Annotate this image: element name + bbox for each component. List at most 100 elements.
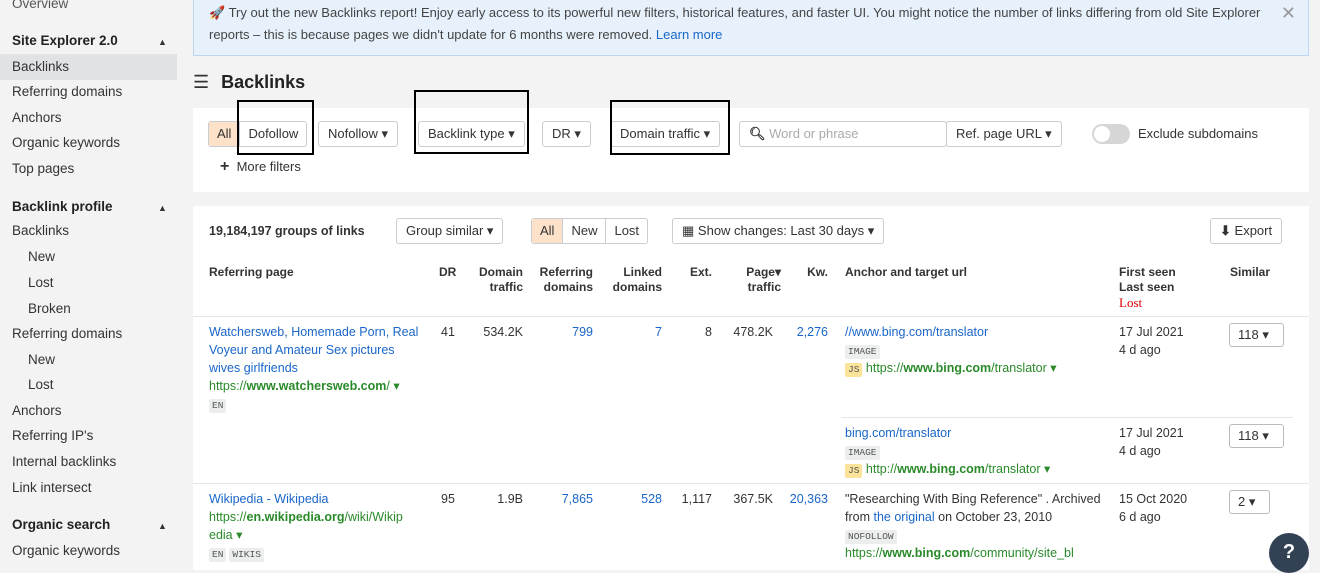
tab-all[interactable]: All xyxy=(532,219,564,243)
cell-anchor-2: bing.com/translator IMAGE JS http://www.… xyxy=(845,424,1105,478)
more-filters-button[interactable]: + More filters xyxy=(220,158,301,176)
ref-domains-link[interactable]: 7,865 xyxy=(562,492,593,506)
url-domain: en.wikipedia.org xyxy=(246,510,345,524)
target-url-link[interactable]: https://www.bing.com/community/site_bl xyxy=(845,546,1074,560)
sidebar-item-anchors[interactable]: Anchors xyxy=(12,110,62,125)
similar-dropdown[interactable]: 2 ▾ xyxy=(1229,490,1270,514)
chevron-down-icon: ▾ xyxy=(381,126,389,141)
cell-kw[interactable]: 20,363 xyxy=(782,490,828,508)
col-first-last-seen[interactable]: First seen Last seen Lost xyxy=(1119,265,1176,311)
sidebar-item-bp-anchors[interactable]: Anchors xyxy=(12,403,62,418)
search-input[interactable]: 🔍︎ Word or phrase xyxy=(739,121,947,147)
cell-ref-domains[interactable]: 7,865 xyxy=(531,490,593,508)
sidebar-item-link-intersect[interactable]: Link intersect xyxy=(12,480,92,495)
cell-page-traffic: 478.2K xyxy=(733,325,773,339)
filter-ref-page-url[interactable]: Ref. page URL ▾ xyxy=(946,121,1062,147)
sidebar-item-bp-referring-domains[interactable]: Referring domains xyxy=(12,326,122,341)
col-domain-traffic[interactable]: Domain traffic xyxy=(469,265,523,295)
anchor-link[interactable]: //www.bing.com/translator xyxy=(845,325,988,339)
tab-new[interactable]: New xyxy=(563,219,607,243)
target-domain: www.bing.com xyxy=(903,361,992,375)
sidebar-item-rd-new[interactable]: New xyxy=(28,352,55,367)
sidebar-item-organic-keywords[interactable]: Organic keywords xyxy=(12,135,120,150)
export-button[interactable]: ⬇ Export xyxy=(1210,218,1283,244)
referring-page-url[interactable]: https://en.wikipedia.org/wiki/Wikip edia … xyxy=(209,510,403,542)
target-url-link[interactable]: http://www.bing.com/translator ▾ xyxy=(866,462,1050,476)
sidebar-item-os-organic-keywords[interactable]: Organic keywords xyxy=(12,543,120,558)
exclude-subdomains-toggle[interactable] xyxy=(1092,124,1130,144)
cell-kw[interactable]: 2,276 xyxy=(782,323,828,341)
sidebar-section-organic-search[interactable]: Organic search xyxy=(12,517,110,532)
url-prefix: https:// xyxy=(209,379,247,393)
show-changes-label: Show changes: Last 30 days xyxy=(697,223,865,238)
menu-icon[interactable]: ☰ xyxy=(193,72,209,93)
col-referring-domains[interactable]: Referring domains xyxy=(531,265,593,295)
cell-domain-traffic: 534.2K xyxy=(483,325,523,339)
change-filter-segment: All New Lost xyxy=(531,218,649,244)
collapse-icon[interactable]: ▲ xyxy=(158,203,167,213)
target-url-link[interactable]: https://www.bing.com/translator ▾ xyxy=(866,361,1057,375)
show-changes-dropdown[interactable]: ▦ Show changes: Last 30 days ▾ xyxy=(672,218,885,244)
cell-linked-domains[interactable]: 7 xyxy=(604,323,662,341)
first-seen: 17 Jul 2021 xyxy=(1119,426,1184,440)
col-first-seen: First seen xyxy=(1119,265,1176,279)
col-similar[interactable]: Similar xyxy=(1230,265,1270,280)
sidebar-item-referring-ips[interactable]: Referring IP's xyxy=(12,428,93,443)
sidebar-item-overview[interactable]: Overview xyxy=(12,0,68,11)
ref-domains-link[interactable]: 799 xyxy=(572,325,593,339)
filter-nofollow[interactable]: Nofollow ▾ xyxy=(318,121,399,147)
close-icon[interactable]: ✕ xyxy=(1281,2,1296,24)
collapse-icon[interactable]: ▲ xyxy=(158,37,167,47)
sidebar-item-bp-new[interactable]: New xyxy=(28,249,55,264)
sidebar-section-site-explorer[interactable]: Site Explorer 2.0 xyxy=(12,33,118,48)
col-anchor[interactable]: Anchor and target url xyxy=(845,265,967,280)
chevron-down-icon: ▾ xyxy=(574,126,581,141)
referring-page-title-link[interactable]: Wikipedia - Wikipedia xyxy=(209,492,328,506)
divider xyxy=(193,316,1309,317)
kw-link[interactable]: 2,276 xyxy=(797,325,828,339)
help-button[interactable]: ? xyxy=(1269,533,1309,573)
col-dr[interactable]: DR xyxy=(439,265,456,280)
target-suffix: /translator ▾ xyxy=(984,462,1051,476)
sidebar-item-referring-domains[interactable]: Referring domains xyxy=(12,84,122,99)
last-seen: 6 d ago xyxy=(1119,510,1161,524)
sidebar-item-rd-lost[interactable]: Lost xyxy=(28,377,54,392)
col-domain-l2: traffic xyxy=(489,280,523,294)
cell-ext: 8 xyxy=(705,325,712,339)
cell-page-traffic: 367.5K xyxy=(733,492,773,506)
linked-domains-link[interactable]: 528 xyxy=(641,492,662,506)
kw-link[interactable]: 20,363 xyxy=(790,492,828,506)
sidebar-item-bp-backlinks[interactable]: Backlinks xyxy=(12,223,69,238)
original-link[interactable]: the original xyxy=(873,510,934,524)
tab-lost[interactable]: Lost xyxy=(606,219,647,243)
col-page-traffic[interactable]: Page▾ traffic xyxy=(725,265,781,295)
referring-page-title-link[interactable]: Watchersweb, Homemade Porn, Real Voyeur … xyxy=(209,325,418,375)
cell-ext: 1,117 xyxy=(681,492,712,506)
sidebar-item-backlinks[interactable]: Backlinks xyxy=(0,54,177,80)
sidebar-item-internal-backlinks[interactable]: Internal backlinks xyxy=(12,454,116,469)
filter-all[interactable]: All xyxy=(209,122,241,146)
sidebar-item-bp-lost[interactable]: Lost xyxy=(28,275,54,290)
group-similar-dropdown[interactable]: Group similar ▾ xyxy=(396,218,504,244)
similar-dropdown[interactable]: 118 ▾ xyxy=(1229,323,1284,347)
col-linked-domains[interactable]: Linked domains xyxy=(604,265,662,295)
table-row-2-referring-page: Wikipedia - Wikipedia https://en.wikiped… xyxy=(209,490,429,562)
anchor-link[interactable]: bing.com/translator xyxy=(845,426,951,440)
referring-page-url[interactable]: https://www.watchersweb.com/ ▾ xyxy=(209,379,400,393)
linked-domains-link[interactable]: 7 xyxy=(655,325,662,339)
col-kw[interactable]: Kw. xyxy=(796,265,828,280)
cell-ref-domains[interactable]: 799 xyxy=(531,323,593,341)
col-referring-page[interactable]: Referring page xyxy=(209,265,294,280)
similar-dropdown[interactable]: 118 ▾ xyxy=(1229,424,1284,448)
sidebar-item-bp-broken[interactable]: Broken xyxy=(28,301,71,316)
learn-more-link[interactable]: Learn more xyxy=(656,27,722,42)
filter-dr[interactable]: DR ▾ xyxy=(542,121,591,147)
sidebar: Overview Site Explorer 2.0 ▲ Backlinks R… xyxy=(0,0,192,570)
col-ext[interactable]: Ext. xyxy=(681,265,712,280)
cell-linked-domains[interactable]: 528 xyxy=(604,490,662,508)
sidebar-section-backlink-profile[interactable]: Backlink profile xyxy=(12,199,113,214)
collapse-icon[interactable]: ▲ xyxy=(158,521,167,531)
sidebar-item-top-pages[interactable]: Top pages xyxy=(12,161,74,176)
col-last-seen: Last seen xyxy=(1119,280,1175,294)
col-linked-l2: domains xyxy=(612,280,662,294)
